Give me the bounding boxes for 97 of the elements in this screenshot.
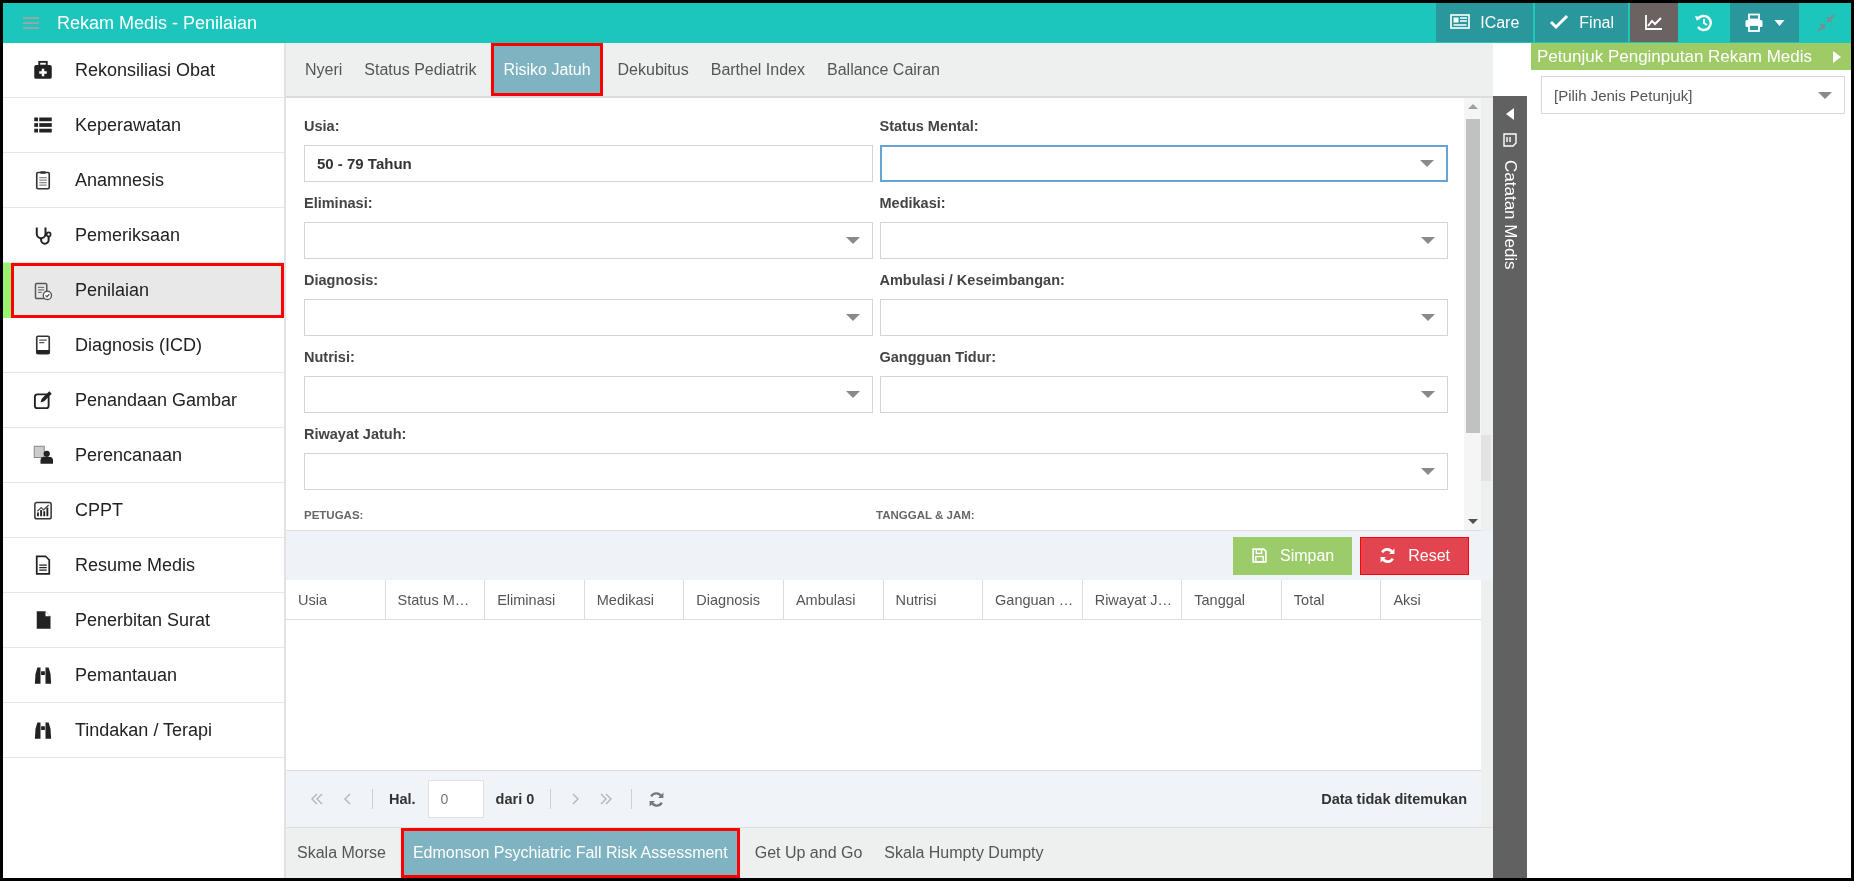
- tab[interactable]: Dekubitus: [606, 43, 700, 96]
- caret-icon: [1421, 468, 1435, 475]
- clipboard-icon: [33, 170, 53, 190]
- dropdown-field[interactable]: [304, 299, 873, 336]
- id-card-icon: [1450, 13, 1471, 32]
- compress-icon: [1816, 13, 1836, 32]
- field-label: Ambulasi / Keseimbangan:: [879, 272, 1066, 288]
- stethoscope-icon: [33, 225, 53, 245]
- field-label: Usia:: [304, 118, 341, 134]
- dropdown-field[interactable]: [879, 222, 1448, 259]
- column-header[interactable]: Medikasi: [584, 580, 685, 619]
- column-header[interactable]: Nutrisi: [883, 580, 984, 619]
- history-icon: [1694, 13, 1714, 32]
- refresh-icon[interactable]: [648, 790, 666, 808]
- medkit-icon: [33, 60, 53, 80]
- printer-icon: [1744, 13, 1764, 32]
- column-header[interactable]: Riwayat J…: [1082, 580, 1183, 619]
- dropdown-field[interactable]: [Pilih Jenis Petunjuk]: [1541, 76, 1845, 114]
- check-icon: [1549, 13, 1570, 32]
- dropdown-field[interactable]: [879, 145, 1448, 182]
- caret-icon: [1774, 19, 1785, 26]
- caret-icon: [1421, 314, 1435, 321]
- column-header[interactable]: Diagnosis: [684, 580, 784, 619]
- caret-icon: [845, 237, 860, 244]
- page-count: dari 0: [495, 791, 535, 807]
- document-icon: [33, 335, 53, 355]
- tab[interactable]: Ballance Cairan: [816, 43, 951, 96]
- status-message: Data tidak ditemukan: [1321, 791, 1467, 807]
- tab[interactable]: Get Up and Go: [743, 828, 874, 878]
- caret-icon: [845, 391, 860, 398]
- side-panel-tab[interactable]: Catatan Medis: [1493, 96, 1527, 878]
- field-label: Gangguan Tidur:: [879, 349, 998, 365]
- person-document-icon: [33, 445, 53, 465]
- sidebar-item[interactable]: Pemantauan: [3, 648, 284, 703]
- caret-icon: [1420, 160, 1434, 167]
- tab[interactable]: Skala Morse: [286, 828, 397, 878]
- column-header[interactable]: Ganguan …: [983, 580, 1083, 619]
- page-input[interactable]: 0: [427, 780, 484, 818]
- field-label: Status Mental:: [879, 118, 980, 134]
- sidebar-item[interactable]: CPPT: [3, 483, 284, 538]
- edit-icon: [33, 390, 53, 410]
- window-title: Rekam Medis - Penilaian: [57, 12, 258, 34]
- toolbar-icon-button[interactable]: [1630, 3, 1678, 42]
- tab[interactable]: Status Pediatrik: [353, 43, 488, 96]
- column-header[interactable]: Status M…: [385, 580, 486, 619]
- document-lines-icon: [33, 555, 53, 575]
- sidebar-item[interactable]: Anamnesis: [3, 153, 284, 208]
- dropdown-field[interactable]: [304, 453, 1448, 490]
- caret-icon: [1421, 237, 1435, 244]
- menu-icon[interactable]: [23, 17, 39, 29]
- sidebar-item[interactable]: Rekonsiliasi Obat: [3, 43, 284, 98]
- input-field[interactable]: 50 - 79 Tahun: [304, 145, 873, 182]
- field-label: Diagnosis:: [304, 272, 380, 288]
- caret-icon: [1421, 391, 1435, 398]
- binoculars-icon: [33, 665, 53, 685]
- document-check-icon: [33, 280, 53, 301]
- sidebar-item[interactable]: Penerbitan Surat: [3, 593, 284, 648]
- dropdown-field[interactable]: [879, 299, 1448, 336]
- dropdown-field[interactable]: [879, 376, 1448, 413]
- field-label: Eliminasi:: [304, 195, 374, 211]
- reset-button[interactable]: Reset: [1360, 536, 1469, 575]
- sidebar-item[interactable]: Resume Medis: [3, 538, 284, 593]
- toolbar-icon-button[interactable]: [1730, 3, 1799, 42]
- column-header[interactable]: Aksi: [1381, 580, 1481, 619]
- column-header[interactable]: Tanggal: [1182, 580, 1282, 619]
- sidebar-item[interactable]: Tindakan / Terapi: [3, 703, 284, 758]
- notes-icon: [1502, 132, 1518, 148]
- expand-arrow-icon: [1833, 50, 1841, 63]
- panel-title: Catatan Medis: [1500, 160, 1520, 270]
- tab[interactable]: Skala Humpty Dumpty: [873, 828, 1055, 878]
- tab[interactable]: Nyeri: [294, 43, 354, 96]
- line-chart-icon: [1644, 13, 1664, 32]
- caret-icon: [1818, 91, 1832, 99]
- tab[interactable]: Barthel Index: [699, 43, 816, 96]
- binoculars-icon: [33, 720, 53, 740]
- field-label: Nutrisi:: [304, 349, 356, 365]
- collapse-arrow-icon: [1506, 108, 1514, 120]
- column-header[interactable]: Eliminasi: [485, 580, 585, 619]
- caret-icon: [845, 314, 860, 321]
- column-header[interactable]: Usia: [286, 580, 386, 619]
- refresh-icon: [1379, 547, 1397, 564]
- field-label: Medikasi:: [879, 195, 947, 211]
- dropdown-field[interactable]: [304, 376, 873, 413]
- sidebar-item[interactable]: Perencanaan: [3, 428, 284, 483]
- sidebar-item[interactable]: Keperawatan: [3, 98, 284, 153]
- column-header[interactable]: Total: [1281, 580, 1382, 619]
- field-label: TANGGAL & JAM:: [876, 509, 976, 521]
- field-label: PETUGAS:: [304, 509, 365, 521]
- page-label: Hal.: [389, 791, 416, 807]
- sidebar-item[interactable]: Diagnosis (ICD): [3, 318, 284, 373]
- chart-document-icon: [33, 500, 53, 520]
- sidebar-item[interactable]: Penandaan Gambar: [3, 373, 284, 428]
- scrollbar[interactable]: [1464, 98, 1481, 530]
- list-icon: [33, 115, 53, 135]
- field-label: Riwayat Jatuh:: [304, 426, 408, 442]
- column-header[interactable]: Ambulasi: [783, 580, 884, 619]
- dropdown-field[interactable]: [304, 222, 873, 259]
